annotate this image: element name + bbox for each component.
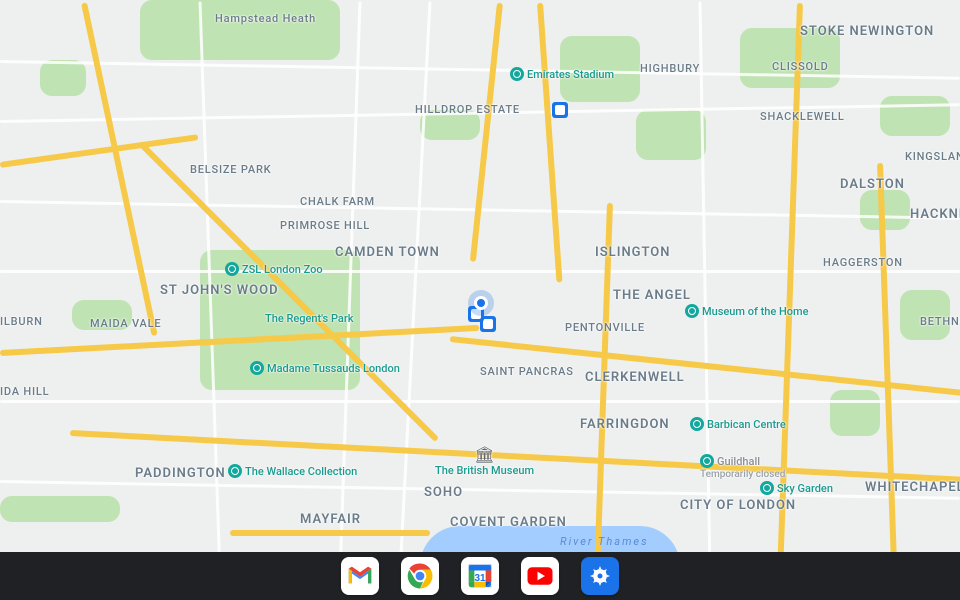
neighbourhood-label: PRIMROSE HILL [280, 219, 370, 232]
map-canvas[interactable]: Hampstead Heath STOKE NEWINGTON HIGHBURY CL… [0, 0, 960, 552]
neighbourhood-label: IDA HILL [0, 385, 49, 398]
neighbourhood-label: HILLDROP ESTATE [415, 103, 520, 116]
poi-icon [228, 464, 242, 478]
park [636, 110, 706, 160]
neighbourhood-label: HIGHBURY [640, 62, 700, 75]
neighbourhood-label: CITY OF LONDON [680, 498, 796, 513]
poi-label[interactable]: Museum of the Home [685, 305, 809, 319]
neighbourhood-label: MAIDA VALE [90, 317, 161, 330]
neighbourhood-label: ST JOHN'S WOOD [160, 283, 279, 298]
poi-icon [760, 481, 774, 495]
park [140, 0, 340, 60]
gear-icon [585, 561, 615, 591]
poi-label[interactable]: Barbican Centre [690, 418, 786, 432]
gmail-icon [345, 561, 375, 591]
neighbourhood-label: BETHNA [920, 315, 960, 328]
poi-label[interactable]: ZSL London Zoo [225, 263, 323, 277]
neighbourhood-label: Hampstead Heath [215, 12, 316, 25]
poi-label[interactable]: Madame Tussauds London [250, 362, 400, 376]
neighbourhood-label: ILBURN [0, 315, 43, 328]
poi-icon [225, 262, 239, 276]
app-gmail[interactable] [341, 557, 379, 595]
park [0, 496, 120, 522]
neighbourhood-label: KINGSLAND [905, 150, 960, 163]
neighbourhood-label: ISLINGTON [595, 245, 670, 260]
app-chrome[interactable] [401, 557, 439, 595]
neighbourhood-label: PADDINGTON [135, 466, 226, 481]
neighbourhood-label: THE ANGEL [613, 288, 691, 303]
park [830, 390, 880, 436]
poi-icon [690, 417, 704, 431]
calendar-icon: 31 [465, 561, 495, 591]
user-location-dot [474, 296, 488, 310]
poi-label[interactable]: GuildhallTemporarily closed [700, 455, 760, 469]
neighbourhood-label: CLERKENWELL [585, 370, 685, 385]
park [40, 60, 86, 96]
neighbourhood-label: DALSTON [840, 177, 905, 192]
transit-marker[interactable] [552, 102, 568, 118]
poi-label[interactable]: 🏛The British Museum [435, 445, 534, 477]
road [230, 530, 430, 536]
park [880, 96, 950, 136]
neighbourhood-label: COVENT GARDEN [450, 515, 567, 530]
neighbourhood-label: MAYFAIR [300, 512, 361, 527]
poi-icon [510, 67, 524, 81]
poi-label[interactable]: The Regent's Park [265, 312, 353, 325]
app-youtube[interactable] [521, 557, 559, 595]
shelf: 31 [0, 552, 960, 600]
neighbourhood-label: SHACKLEWELL [760, 110, 845, 123]
poi-icon [700, 454, 714, 468]
poi-icon [685, 304, 699, 318]
neighbourhood-label: BELSIZE PARK [190, 163, 271, 176]
poi-label[interactable]: Sky Garden [760, 482, 833, 496]
road [0, 400, 960, 403]
neighbourhood-label: CLISSOLD [772, 60, 829, 73]
app-calendar[interactable]: 31 [461, 557, 499, 595]
poi-label[interactable]: The Wallace Collection [228, 465, 357, 479]
neighbourhood-label: FARRINGDON [580, 417, 670, 432]
neighbourhood-label: PENTONVILLE [565, 321, 645, 334]
neighbourhood-label: STOKE NEWINGTON [800, 24, 934, 39]
neighbourhood-label: SAINT PANCRAS [480, 365, 574, 378]
app-settings[interactable] [581, 557, 619, 595]
neighbourhood-label: CHALK FARM [300, 195, 375, 208]
neighbourhood-label: CAMDEN TOWN [335, 245, 440, 260]
poi-label[interactable]: Emirates Stadium [510, 68, 614, 82]
chrome-icon [405, 561, 435, 591]
poi-icon [250, 361, 264, 375]
youtube-icon [525, 561, 555, 591]
neighbourhood-label: SOHO [424, 485, 463, 500]
poi-subtext: Temporarily closed [700, 469, 785, 480]
river-thames-label: River Thames [560, 535, 649, 548]
neighbourhood-label: WHITECHAPEL [865, 480, 960, 495]
neighbourhood-label: HACKNEY [910, 207, 960, 222]
neighbourhood-label: HAGGERSTON [823, 256, 903, 269]
